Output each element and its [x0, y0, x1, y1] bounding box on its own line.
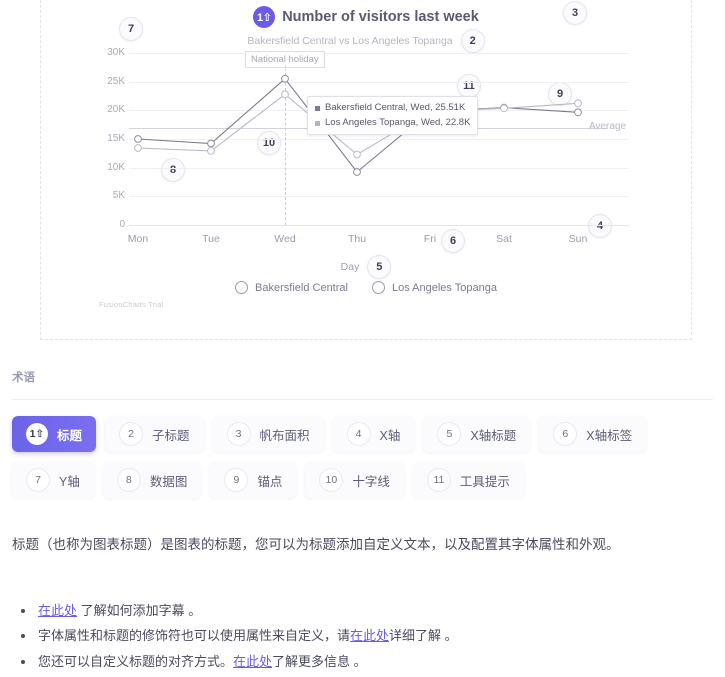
chip-label: 帆布面积	[259, 428, 310, 443]
terminology-chip-1[interactable]: 1⇧ 标题	[12, 416, 97, 452]
y-tick-label: 0	[119, 219, 125, 230]
x-axis-title-row: Day 5	[41, 255, 691, 279]
bullet-text-before: 您还可以自定义标题的对齐方式。	[38, 653, 234, 669]
y-tick-label: 25K	[107, 75, 125, 87]
bullet-item: 在此处 了解如何添加字幕 。	[36, 598, 725, 623]
chart-canvas: 1⇧ Number of visitors last week Bakersfi…	[41, 0, 691, 339]
chip-number: 10	[319, 468, 344, 492]
crossline	[285, 68, 286, 225]
chip-label: 子标题	[152, 428, 190, 443]
tooltip-row-label: Los Angeles Topanga, Wed, 22.8K	[325, 116, 471, 128]
callout-x-axis-title: 5	[367, 255, 392, 279]
legend-dot-icon	[371, 281, 385, 294]
x-tick-label: Fri	[423, 233, 437, 245]
chip-label: X轴标题	[470, 428, 517, 443]
chip-number: 11	[426, 468, 451, 492]
chip-number: 3	[226, 422, 251, 446]
x-tick-label: Wed	[274, 233, 296, 245]
chart-watermark: FusionCharts Trial	[99, 300, 164, 309]
chip-label: Y轴	[59, 474, 80, 489]
x-tick-label: Thu	[347, 233, 367, 245]
gridline	[129, 53, 629, 54]
bullet-text-after: 了解更多信息 。	[272, 653, 367, 669]
y-tick-label: 30K	[107, 47, 125, 58]
chart-card: 1⇧ Number of visitors last week Bakersfi…	[40, 0, 692, 340]
body-bullet-list: 在此处 了解如何添加字幕 。字体属性和标题的修饰符也可以使用属性来自定义，请在此…	[12, 598, 725, 674]
legend-item-bakersfield-central[interactable]: Bakersfield Central	[235, 281, 348, 294]
bullet-item: 字体属性和标题的修饰符也可以使用属性来自定义，请在此处详细了解 。	[36, 623, 725, 648]
annotation-stem	[285, 65, 286, 71]
bullet-text-after: 详细了解 。	[389, 628, 458, 644]
terminology-chip-4[interactable]: 4 X轴	[332, 416, 415, 452]
legend-label: Bakersfield Central	[255, 281, 348, 294]
terminology-chip-9[interactable]: 9 锚点	[210, 462, 297, 498]
bullet-item: 您还可以自定义标题的对齐方式。在此处了解更多信息 。	[36, 649, 725, 674]
bullet-link[interactable]: 在此处	[233, 654, 272, 669]
section-divider	[12, 399, 713, 400]
terminology-chip-3[interactable]: 3 帆布面积	[212, 416, 324, 452]
tooltip-swatch-icon	[315, 105, 320, 111]
y-tick-label: 10K	[107, 161, 125, 173]
x-tick-label: Tue	[202, 233, 220, 245]
y-tick-label: 20K	[107, 104, 125, 116]
bullet-link[interactable]: 在此处	[350, 628, 389, 643]
bullet-link[interactable]: 在此处	[38, 603, 77, 618]
chip-label: 锚点	[257, 474, 283, 489]
chip-number: 2	[119, 422, 144, 446]
gridline	[129, 167, 629, 169]
chip-number: 6	[553, 422, 578, 446]
tooltip-row-label: Bakersfield Central, Wed, 25.51K	[325, 102, 466, 113]
x-tick-label: Sun	[568, 233, 588, 245]
chip-number: 5	[437, 422, 462, 446]
terminology-heading: 术语	[12, 372, 35, 384]
terminology-chip-list: 1⇧ 标题 2 子标题 3 帆布面积 4 X轴 5 X轴标题 6 X轴标签 7 Y轴 8 数据图 9 锚点 10 十字…	[12, 416, 718, 498]
chip-label: 标题	[57, 428, 83, 443]
legend-dot-icon	[235, 281, 249, 294]
up-arrow-icon: 1⇧	[26, 423, 48, 445]
body-paragraph: 标题（也称为图表标题）是图表的标题，您可以为标题添加自定义文本，以及配置其字体属…	[12, 537, 620, 552]
y-tick-label: 5K	[112, 190, 125, 202]
terminology-chip-11[interactable]: 11 工具提示	[412, 462, 524, 498]
tooltip-swatch-icon	[315, 120, 320, 126]
bullet-text-before: 字体属性和标题的修饰符也可以使用属性来自定义，请	[38, 628, 351, 644]
chip-number: 8	[116, 468, 141, 492]
bullet-text-after: 了解如何添加字幕 。	[77, 603, 202, 618]
chip-number: 9	[224, 468, 249, 492]
chip-label: 工具提示	[459, 474, 510, 489]
chart-legend: Bakersfield Central Los Angeles Topanga	[41, 281, 691, 294]
tooltip-row: Bakersfield Central, Wed, 25.51K	[315, 101, 470, 116]
legend-item-los-angeles-topanga[interactable]: Los Angeles Topanga	[371, 281, 497, 294]
tooltip: Bakersfield Central, Wed, 25.51K Los Ang…	[307, 96, 479, 136]
legend-label: Los Angeles Topanga	[391, 281, 497, 294]
chip-label: X轴标签	[586, 428, 633, 443]
y-tick-label: 15K	[107, 133, 125, 144]
terminology-chip-8[interactable]: 8 数据图	[102, 462, 202, 498]
terminology-chip-10[interactable]: 10 十字线	[305, 462, 404, 498]
chip-label: 十字线	[352, 474, 390, 489]
x-tick-label: Sat	[496, 233, 512, 245]
chip-label: X轴	[379, 428, 401, 443]
gridline	[129, 81, 629, 83]
gridline	[129, 196, 629, 198]
x-axis-title: Day	[340, 261, 360, 273]
chip-number: 4	[346, 422, 371, 446]
x-tick-label: Mon	[127, 233, 149, 245]
chip-number: 7	[26, 468, 50, 492]
gridline	[129, 139, 629, 140]
terminology-chip-5[interactable]: 5 X轴标题	[423, 416, 531, 452]
terminology-chip-7[interactable]: 7 Y轴	[12, 462, 94, 498]
terminology-chip-6[interactable]: 6 X轴标签	[539, 416, 647, 452]
terminology-chip-2[interactable]: 2 子标题	[105, 416, 204, 452]
x-axis-line	[129, 225, 629, 226]
average-line-label: Average	[589, 121, 627, 132]
chip-label: 数据图	[149, 474, 188, 489]
tooltip-row: Los Angeles Topanga, Wed, 22.8K	[315, 116, 470, 131]
